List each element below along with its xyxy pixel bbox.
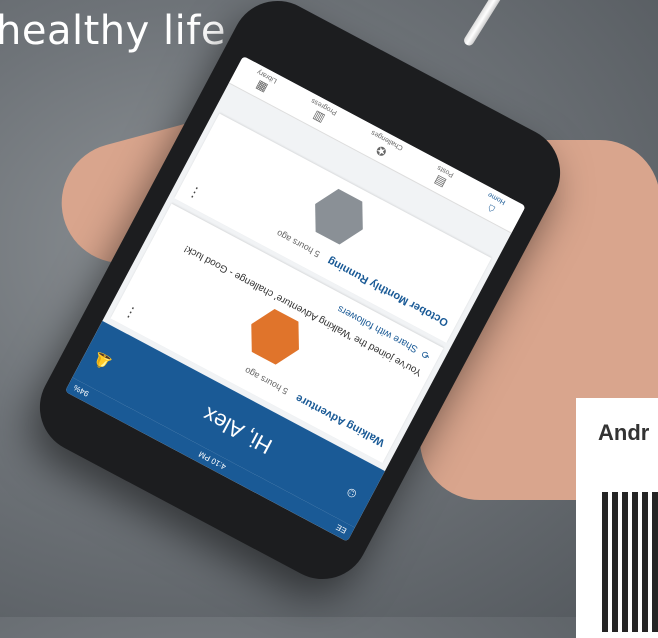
carrier-text: EE (334, 522, 348, 536)
greeting: Hi, Alex (198, 402, 277, 460)
feed-time: 5 hours ago (243, 365, 290, 397)
share-icon: ⟲ (420, 347, 433, 362)
smartphone: EE 4:10 PM 94% ☺ Hi, Alex 🔔 ⋮ Walking Ad… (23, 0, 577, 596)
nav-library[interactable]: ▦ Library (248, 68, 278, 98)
qr-label: Andr (598, 420, 650, 445)
nav-challenges[interactable]: ✪ Challenges (362, 129, 404, 166)
feed-time: 5 hours ago (274, 228, 322, 260)
profile-icon[interactable]: ☺ (340, 481, 364, 505)
nav-home[interactable]: ⌂ Home (479, 191, 506, 220)
nav-posts[interactable]: ▤ Posts (429, 164, 455, 193)
home-icon: ⌂ (484, 201, 498, 218)
qr-code-icon[interactable] (602, 492, 658, 632)
nav-progress[interactable]: ▥ Progress (303, 97, 338, 130)
charging-cable (462, 0, 508, 48)
library-icon: ▦ (252, 78, 270, 97)
bell-icon[interactable]: 🔔 (91, 348, 115, 372)
running-badge-icon (302, 180, 375, 253)
more-options-icon[interactable]: ⋮ (184, 182, 204, 204)
headline: healthy life. (0, 8, 240, 54)
trophy-icon: ✪ (373, 142, 389, 160)
qr-card: Andr (576, 398, 658, 638)
posts-icon: ▤ (431, 173, 448, 192)
progress-icon: ▥ (309, 109, 327, 127)
more-options-icon[interactable]: ⋮ (120, 302, 140, 324)
